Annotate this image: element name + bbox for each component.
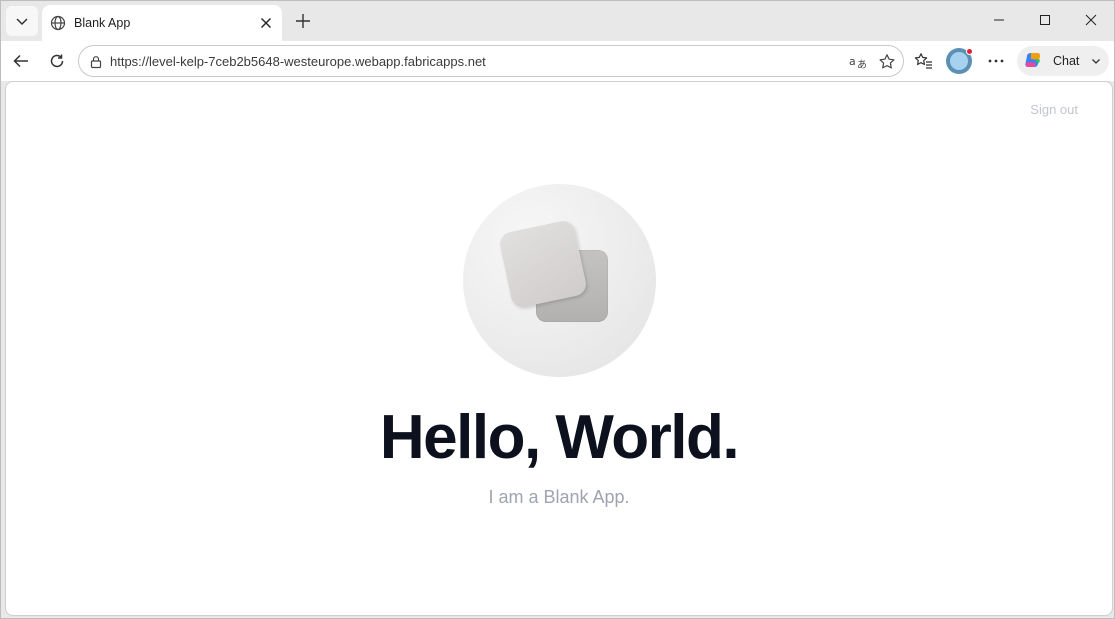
chevron-down-icon [16, 18, 28, 26]
notification-badge [966, 48, 973, 55]
browser-toolbar: https://level-kelp-7ceb2b5648-westeurope… [1, 41, 1114, 81]
tab-title: Blank App [74, 16, 131, 30]
app-logo-circle [463, 184, 656, 377]
url-text: https://level-kelp-7ceb2b5648-westeurope… [110, 54, 486, 69]
svg-text:a: a [849, 55, 856, 68]
maximize-icon [1040, 15, 1050, 25]
profile-avatar[interactable] [946, 48, 973, 74]
star-icon[interactable] [876, 51, 898, 73]
page-viewport: Sign out Hello, World. I am a Blank App. [5, 81, 1113, 616]
address-bar[interactable]: https://level-kelp-7ceb2b5648-westeurope… [78, 45, 904, 77]
chevron-down-icon [1091, 56, 1101, 66]
svg-text:あ: あ [857, 59, 867, 70]
globe-icon [50, 15, 66, 31]
plus-icon [296, 14, 310, 28]
minimize-icon [994, 19, 1004, 21]
new-tab-button[interactable] [289, 7, 317, 35]
chat-label: Chat [1053, 54, 1080, 68]
back-arrow-icon [13, 54, 28, 68]
tab-list-button[interactable] [6, 6, 38, 36]
browser-window: Blank App https://level-kelp-7ceb2b5648-… [0, 0, 1115, 619]
avatar [950, 52, 968, 70]
minimize-button[interactable] [976, 5, 1022, 35]
close-window-button[interactable] [1068, 5, 1114, 35]
close-icon [261, 18, 271, 28]
page-subtitle: I am a Blank App. [488, 487, 630, 507]
sign-out-button[interactable]: Sign out [1030, 102, 1078, 117]
close-icon [1085, 14, 1097, 26]
page-title: Hello, World. [379, 403, 740, 472]
copilot-icon [1025, 53, 1040, 67]
site-info-icon[interactable] [87, 53, 105, 71]
close-tab-button[interactable] [254, 11, 278, 35]
back-button[interactable] [6, 46, 36, 76]
app-logo-front-square [497, 218, 589, 310]
more-options-button[interactable] [981, 46, 1011, 76]
refresh-icon [50, 54, 64, 68]
tab-blank-app[interactable]: Blank App [42, 5, 282, 41]
maximize-button[interactable] [1022, 5, 1068, 35]
refresh-button[interactable] [42, 46, 72, 76]
copilot-chat-button[interactable]: Chat [1017, 46, 1109, 76]
translate-icon[interactable]: aあ [847, 51, 869, 73]
more-icon [988, 59, 1004, 63]
tab-strip: Blank App [1, 1, 1114, 41]
favorites-button[interactable] [909, 46, 939, 76]
favorites-icon [914, 53, 932, 69]
